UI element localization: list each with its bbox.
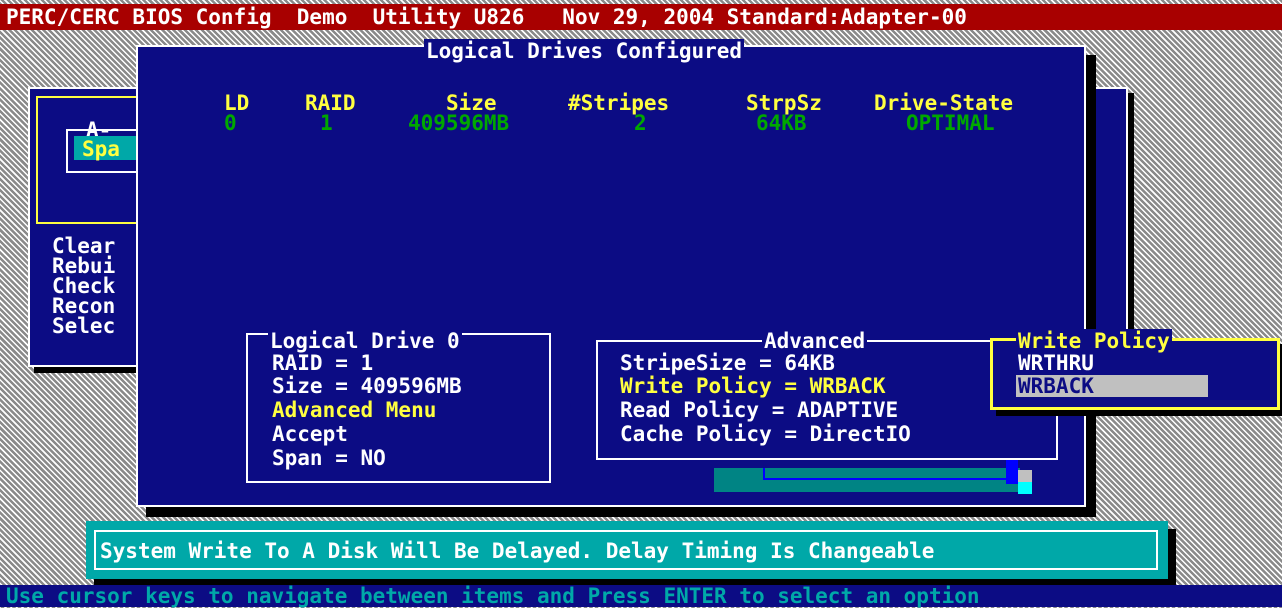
cell-strpsz: 64KB [756, 111, 807, 135]
write-policy-option-wrthru[interactable]: WRTHRU [1018, 352, 1094, 374]
logical-drive-panel-title: Logical Drive 0 [268, 329, 462, 353]
scroll-bar-cursor [1018, 482, 1032, 494]
cell-size: 409596MB [408, 111, 510, 135]
cell-drive-state: OPTIMAL [906, 111, 995, 135]
status-bar: Use cursor keys to navigate between item… [0, 585, 1282, 607]
ld-raid-item[interactable]: RAID = 1 [272, 352, 373, 374]
write-policy-option-wrback[interactable]: WRBACK [1018, 375, 1094, 397]
logical-drives-window-title: Logical Drives Configured [424, 39, 745, 63]
adv-stripe-size-item[interactable]: StripeSize = 64KB [620, 352, 835, 374]
help-text: System Write To A Disk Will Be Delayed. … [100, 539, 935, 563]
ld-advanced-menu-item[interactable]: Advanced Menu [272, 399, 436, 421]
ld-span-item[interactable]: Span = NO [272, 447, 386, 469]
write-policy-popup-title: Write Policy [1016, 329, 1172, 353]
advanced-panel-title: Advanced [762, 329, 868, 353]
adv-write-policy-item[interactable]: Write Policy = WRBACK [620, 375, 886, 397]
ld-accept-item[interactable]: Accept [272, 423, 348, 445]
cell-stripes: 2 [634, 111, 647, 135]
scroll-bar-thumb[interactable] [1018, 470, 1032, 482]
status-bar-text: Use cursor keys to navigate between item… [6, 584, 980, 608]
app-title: PERC/CERC BIOS Config Demo Utility U826 … [6, 5, 967, 29]
cell-ld: 0 [224, 111, 237, 135]
ld-size-item[interactable]: Size = 409596MB [272, 375, 462, 397]
bg-menu-item-select[interactable]: Selec [52, 315, 115, 337]
scroll-bar-end [1006, 460, 1018, 484]
adv-read-policy-item[interactable]: Read Policy = ADAPTIVE [620, 399, 898, 421]
scroll-bar-inner-line [763, 468, 1011, 480]
column-header-stripes: #Stripes [568, 91, 670, 115]
span-menu-item[interactable]: Spa [82, 138, 120, 160]
title-bar: PERC/CERC BIOS Config Demo Utility U826 … [0, 4, 1282, 30]
cell-raid: 1 [320, 111, 333, 135]
adv-cache-policy-item[interactable]: Cache Policy = DirectIO [620, 423, 911, 445]
